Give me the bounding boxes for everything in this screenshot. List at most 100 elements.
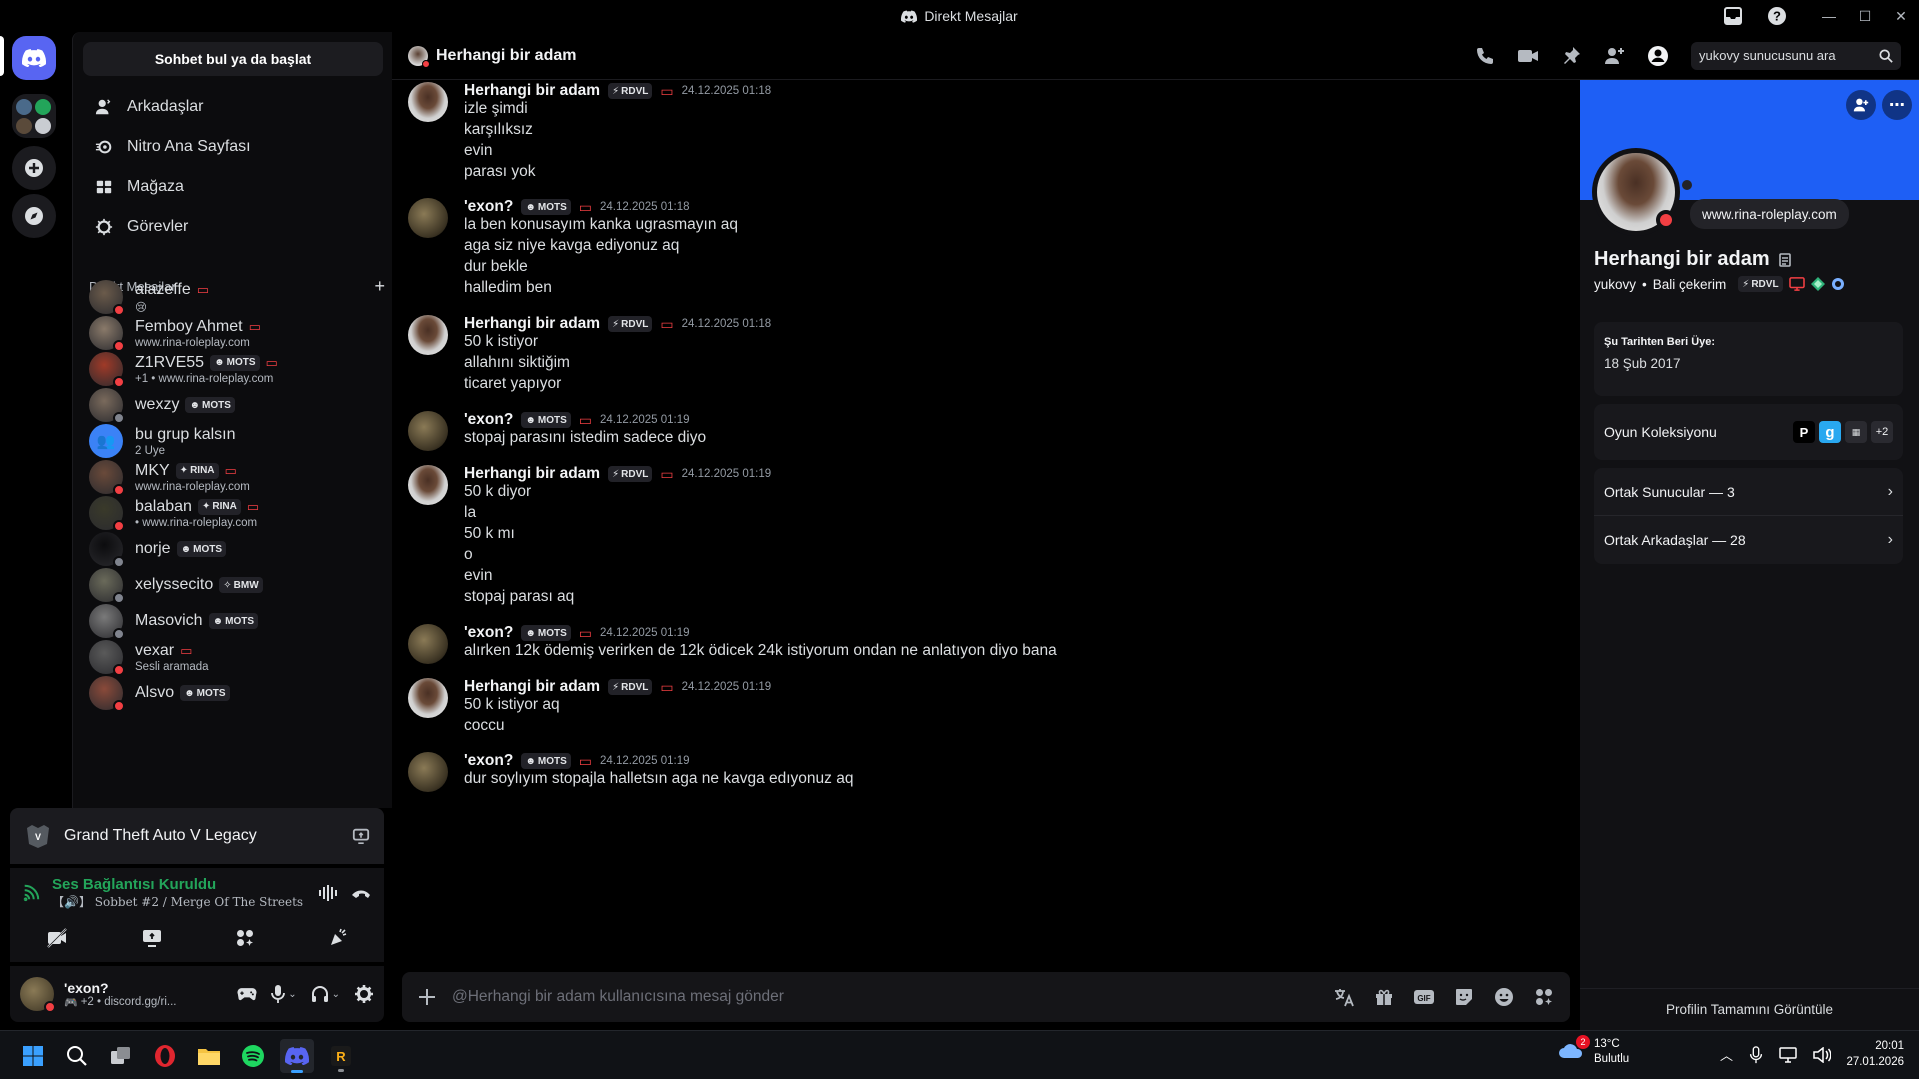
message-author[interactable]: Herhangi bir adam [464, 678, 600, 696]
video-call-icon[interactable] [1517, 47, 1539, 65]
add-friends-to-dm-icon[interactable] [1603, 46, 1625, 66]
direct-messages-home-button[interactable] [12, 36, 56, 80]
taskbar-opera[interactable] [148, 1039, 182, 1073]
settings-gear-icon[interactable] [354, 984, 374, 1004]
sticker-icon[interactable] [1444, 987, 1484, 1007]
nav-nitro[interactable]: Nitro Ana Sayfası [81, 128, 385, 166]
view-full-profile-button[interactable]: Profilin Tamamını Görüntüle [1580, 988, 1919, 1030]
game-collection-card[interactable]: Oyun Koleksiyonu P g ▦ +2 [1594, 404, 1903, 460]
dm-text: bu grup kalsın 2 Üye [135, 426, 236, 457]
add-friend-button[interactable] [1846, 90, 1876, 120]
stream-icon[interactable] [141, 928, 163, 948]
taskbar-rockstar-launcher[interactable]: R [324, 1039, 358, 1073]
message-avatar[interactable] [408, 752, 448, 792]
voice-status[interactable]: Ses Bağlantısı Kuruldu [52, 876, 306, 893]
message-avatar[interactable] [408, 82, 448, 122]
user-avatar[interactable] [20, 977, 56, 1013]
guild-tag-icon: ☻ [525, 755, 536, 767]
mutual-servers-row[interactable]: Ortak Sunucular — 3 › [1594, 468, 1903, 516]
help-icon[interactable]: ? [1755, 0, 1799, 32]
gif-icon[interactable]: GIF [1404, 988, 1444, 1006]
server-folder[interactable] [12, 94, 56, 138]
upload-plus-icon[interactable] [402, 987, 452, 1007]
gift-icon[interactable] [1364, 987, 1404, 1007]
status-dnd-indicator [113, 700, 125, 712]
taskbar-search-button[interactable] [60, 1039, 94, 1073]
message-avatar[interactable] [408, 198, 448, 238]
dm-name-row: bu grup kalsın [135, 426, 236, 444]
message-author[interactable]: 'exon? [464, 624, 513, 642]
more-options-button[interactable]: ⋯ [1882, 90, 1912, 120]
custom-status-bubble[interactable]: www.rina-roleplay.com [1690, 199, 1849, 229]
recipient-name: Herhangi bir adam [436, 46, 577, 64]
profile-avatar[interactable] [1592, 148, 1680, 236]
weather-widget[interactable]: 2 13°C Bulutlu [1558, 1034, 1629, 1067]
guild-tag-label: MOTS [537, 755, 567, 767]
message-avatar[interactable] [408, 624, 448, 664]
headphones-button[interactable]: ⌄ [311, 985, 340, 1003]
inbox-icon[interactable] [1711, 0, 1755, 32]
note-icon[interactable] [1778, 252, 1794, 268]
voice-call-icon[interactable] [1475, 46, 1495, 66]
message-avatar[interactable] [408, 678, 448, 718]
volume-icon[interactable] [1813, 1046, 1832, 1063]
gta-game-icon: V [27, 825, 49, 848]
chevron-down-icon[interactable]: ⌄ [288, 989, 296, 1000]
start-button[interactable] [16, 1039, 50, 1073]
chevron-down-icon[interactable]: ⌄ [332, 989, 340, 1000]
guild-tag: ☻ MOTS [210, 354, 260, 371]
screen-share-icon[interactable] [352, 827, 370, 845]
message-author[interactable]: Herhangi bir adam [464, 465, 600, 483]
message-author[interactable]: 'exon? [464, 411, 513, 429]
gamepad-icon[interactable] [237, 986, 257, 1002]
app-launcher-icon[interactable] [1524, 987, 1564, 1007]
noise-suppression-icon[interactable] [318, 884, 338, 902]
guild-tag-label: BMW [233, 579, 259, 591]
emoji-icon[interactable] [1484, 987, 1524, 1007]
guild-tag: ✦ RINA [197, 498, 241, 515]
soundboard-icon[interactable] [328, 928, 348, 948]
message-author[interactable]: 'exon? [464, 752, 513, 770]
taskbar-spotify[interactable] [236, 1039, 270, 1073]
message-author[interactable]: Herhangi bir adam [464, 315, 600, 333]
add-server-button[interactable] [12, 146, 56, 190]
nav-friends[interactable]: Arkadaşlar [81, 88, 385, 126]
message-author[interactable]: Herhangi bir adam [464, 82, 600, 100]
guild-tag-label: MOTS [537, 201, 567, 213]
clock[interactable]: 20:01 27.01.2026 [1830, 1039, 1904, 1070]
desktop-icon [1788, 277, 1805, 291]
taskbar-discord[interactable] [280, 1039, 314, 1073]
user-name[interactable]: 'exon? [64, 980, 237, 996]
minimize-button[interactable]: — [1811, 0, 1847, 32]
voice-channel[interactable]: 【🔊】 Sobbet #2 / Merge Of The Streets [52, 893, 306, 910]
chat-recipient[interactable]: Herhangi bir adam [408, 45, 1475, 68]
message-avatar[interactable] [408, 315, 448, 355]
dm-item[interactable]: Alsvo ☻ MOTS [81, 672, 385, 714]
pin-icon[interactable] [1561, 46, 1581, 66]
activities-icon[interactable] [235, 928, 255, 948]
message-avatar[interactable] [408, 411, 448, 451]
taskbar-file-explorer[interactable] [192, 1039, 226, 1073]
close-button[interactable]: ✕ [1883, 0, 1919, 32]
network-icon[interactable] [1779, 1046, 1797, 1063]
task-view-button[interactable] [104, 1039, 138, 1073]
disconnect-icon[interactable] [350, 886, 372, 900]
nav-quests[interactable]: Görevler [81, 208, 385, 246]
find-conversation-button[interactable]: Sohbet bul ya da başlat [83, 42, 383, 76]
message-author[interactable]: 'exon? [464, 198, 513, 216]
user-profile-toggle-icon[interactable] [1647, 45, 1669, 67]
microphone-button[interactable]: ⌄ [271, 984, 297, 1004]
member-since-card: Şu Tarihten Beri Üye: 18 Şub 2017 [1594, 322, 1903, 396]
server-search-input[interactable]: yukovy sunucusunu ara [1691, 41, 1901, 70]
maximize-button[interactable]: ☐ [1847, 0, 1883, 32]
message-input[interactable]: @Herhangi bir adam kullanıcısına mesaj g… [452, 988, 1324, 1006]
mutual-friends-row[interactable]: Ortak Arkadaşlar — 28 › [1594, 516, 1903, 564]
microphone-icon[interactable] [1749, 1045, 1763, 1064]
camera-off-icon[interactable] [46, 928, 68, 948]
desktop-icon: ▭ [265, 354, 278, 370]
tray-overflow-icon[interactable]: ︿ [1720, 1045, 1733, 1064]
nav-shop[interactable]: Mağaza [81, 168, 385, 206]
message-avatar[interactable] [408, 465, 448, 505]
translate-icon[interactable] [1324, 987, 1364, 1007]
discover-button[interactable] [12, 194, 56, 238]
